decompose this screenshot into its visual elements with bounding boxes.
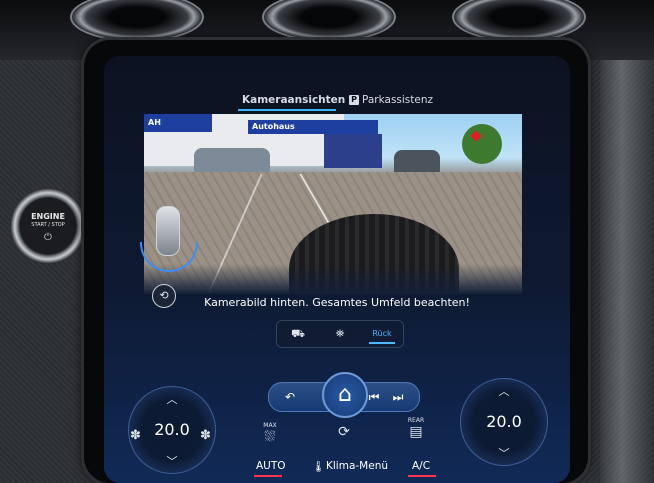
fan-icon[interactable]: ✽ — [130, 428, 141, 443]
tab-kameraansichten[interactable]: Kameraansichten — [242, 94, 345, 106]
ac-button[interactable]: A/C — [412, 460, 430, 472]
dealer-logo: AH — [144, 114, 212, 132]
dealer-banner: Autohaus — [248, 120, 378, 134]
start-stop-label: START / STOP — [31, 222, 65, 228]
rear-view-active-indicator — [369, 342, 395, 344]
tree — [462, 124, 502, 164]
chevron-down-icon[interactable]: ﹀ — [461, 445, 547, 461]
auto-active-indicator — [254, 475, 282, 477]
chevron-up-icon[interactable]: ︿ — [129, 391, 215, 407]
parking-icon: P — [349, 95, 359, 105]
camera-view-switcher: ⛟ ⛯ Rück — [276, 320, 404, 348]
active-tab-indicator — [238, 109, 336, 111]
image-fade — [144, 264, 522, 294]
recirculation-icon[interactable]: ⟳ — [330, 424, 358, 440]
rear-label: REAR — [407, 417, 425, 424]
ac-active-indicator — [408, 475, 436, 477]
klima-menu-button[interactable]: Klima-Menü — [326, 460, 388, 472]
engine-label: ENGINE — [31, 212, 65, 221]
infotainment-screen: Kameraansichten P Parkassistenz AH Autoh… — [104, 56, 570, 483]
home-icon[interactable]: ⌂ — [322, 372, 368, 418]
car-top-view-icon[interactable]: ⛯ — [319, 321, 361, 347]
chevron-up-icon[interactable]: ︿ — [461, 383, 547, 399]
showroom-entrance — [324, 134, 382, 168]
parked-car-right — [394, 150, 440, 174]
fan-high-icon[interactable]: ✽ — [200, 428, 211, 443]
thermometer-icon: 🌡 — [312, 461, 326, 473]
auto-button[interactable]: AUTO — [256, 460, 286, 472]
tab-parkassistenz[interactable]: Parkassistenz — [362, 94, 433, 106]
back-icon[interactable]: ↶ — [279, 387, 301, 407]
power-icon: ⏻ — [44, 232, 52, 243]
rear-camera-view: AH Autohaus — [144, 114, 522, 294]
max-defrost-icon[interactable]: ⛆ — [260, 429, 280, 445]
next-track-icon[interactable]: ⏭ — [387, 387, 409, 407]
right-temperature-dial[interactable]: ︿ 20.0 ﹀ — [460, 378, 548, 466]
right-temperature: 20.0 — [486, 412, 522, 431]
rear-defrost-icon[interactable]: ▤ — [406, 424, 426, 440]
chevron-down-icon[interactable]: ﹀ — [129, 453, 215, 469]
car-360-icon[interactable]: ⛟ — [277, 321, 319, 347]
engine-start-stop-button[interactable]: ENGINE START / STOP ⏻ — [10, 188, 86, 264]
max-label: MAX — [263, 422, 277, 429]
metal-trim-right — [600, 60, 654, 483]
camera-warning-message: Kamerabild hinten. Gesamtes Umfeld beach… — [204, 296, 470, 309]
